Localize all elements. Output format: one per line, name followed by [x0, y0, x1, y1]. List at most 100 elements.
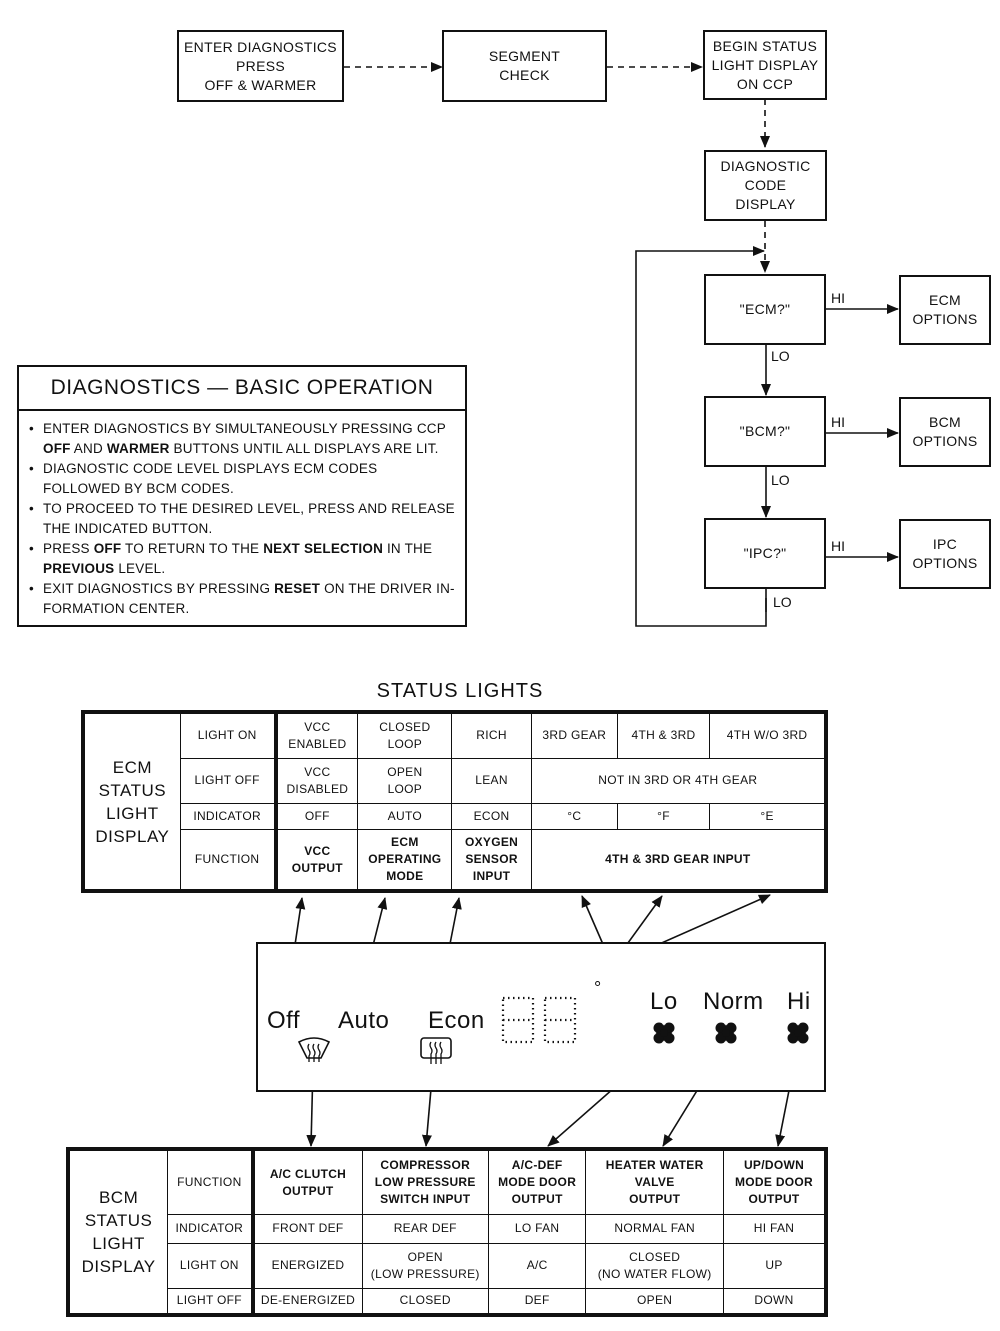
item-text: LEVEL.: [114, 561, 166, 576]
panel-label-norm: Norm: [703, 988, 764, 1015]
flow-box-code-display: DIAGNOSTIC CODE DISPLAY: [704, 150, 827, 221]
bcm-row-function: BCM STATUS LIGHT DISPLAY FUNCTION A/C CL…: [67, 1148, 827, 1316]
row-label: LIGHT OFF: [179, 757, 278, 804]
table-cell: AUTO: [357, 802, 453, 831]
label-ipc-hi: HI: [831, 538, 845, 554]
flow-box-ecm-query: "ECM?": [704, 274, 826, 345]
label-ecm-hi: HI: [831, 290, 845, 306]
flow-box-ecm-options: ECM OPTIONS: [899, 275, 991, 345]
table-cell: OPEN: [585, 1287, 725, 1316]
table-cell: NOT IN 3RD OR 4TH GEAR: [530, 757, 827, 804]
item-text: BUTTONS UNTIL ALL DISPLAYS ARE LIT.: [169, 441, 439, 456]
table-cell: ENERGIZED: [252, 1242, 363, 1289]
table-cell: OPEN LOOP: [357, 757, 453, 804]
emphasized-term: OFF: [43, 441, 71, 456]
row-label: LIGHT ON: [179, 711, 278, 759]
table-cell: NORMAL FAN: [585, 1214, 725, 1244]
flow-box-bcm-options: BCM OPTIONS: [899, 397, 991, 467]
emphasized-term: RESET: [274, 581, 321, 596]
table-cell: OPEN (LOW PRESSURE): [361, 1242, 489, 1289]
table-cell: A/C: [487, 1242, 587, 1289]
bcm-status-table: BCM STATUS LIGHT DISPLAY FUNCTION A/C CL…: [66, 1147, 828, 1317]
bcm-row-light-off: LIGHT OFF DE-ENERGIZED CLOSED DEF OPEN D…: [68, 1287, 827, 1316]
fan-icon-norm: [714, 1021, 738, 1045]
ecm-status-table: ECM STATUS LIGHT DISPLAY LIGHT ON VCC EN…: [81, 710, 828, 893]
table-cell: 4TH & 3RD: [616, 711, 711, 759]
emphasized-term: OFF: [93, 541, 122, 556]
table-cell: HEATER WATER VALVE OUTPUT: [585, 1148, 725, 1216]
flow-box-ipc-query: "IPC?": [704, 518, 826, 589]
item-text: IN THE: [383, 541, 433, 556]
basic-operation-panel: DIAGNOSTICS — BASIC OPERATION ENTER DIAG…: [17, 365, 467, 627]
basic-operation-item: DIAGNOSTIC CODE LEVEL DISPLAYS ECM CODES…: [29, 459, 455, 499]
temperature-digit-display: [501, 996, 577, 1044]
row-label: FUNCTION: [167, 1148, 255, 1216]
row-label: FUNCTION: [179, 829, 278, 892]
item-text: EXIT DIAGNOSTICS BY PRESSING: [43, 581, 275, 596]
table-cell: °C: [530, 802, 618, 831]
label-ecm-lo: LO: [771, 348, 790, 364]
table-cell: ECM OPERATING MODE: [357, 829, 453, 892]
panel-label-lo: Lo: [650, 988, 678, 1015]
flow-box-enter-diagnostics: ENTER DIAGNOSTICS PRESS OFF & WARMER: [177, 30, 344, 102]
table-cell: OXYGEN SENSOR INPUT: [451, 829, 532, 892]
table-cell: CLOSED LOOP: [357, 711, 453, 759]
flow-box-segment-check: SEGMENT CHECK: [442, 30, 607, 102]
table-cell: DEF: [487, 1287, 587, 1316]
basic-operation-item: ENTER DIAGNOSTICS BY SIMULTANEOUSLY PRES…: [29, 419, 455, 459]
emphasized-term: WARMER: [106, 441, 170, 456]
table-cell: °F: [616, 802, 711, 831]
panel-degree-symbol: °: [594, 978, 602, 998]
basic-operation-item: TO PROCEED TO THE DESIRED LEVEL, PRESS A…: [29, 499, 455, 539]
table-cell: DE-ENERGIZED: [252, 1287, 363, 1316]
table-cell: LEAN: [451, 757, 532, 804]
label-ipc-lo: LO: [773, 594, 792, 610]
table-cell: UP: [723, 1242, 827, 1289]
table-cell: 4TH & 3RD GEAR INPUT: [530, 829, 827, 892]
fan-icon-hi: [786, 1021, 810, 1045]
item-text: TO PROCEED TO THE DESIRED LEVEL, PRESS A…: [43, 501, 455, 536]
table-cell: CLOSED: [361, 1287, 489, 1316]
flow-box-begin-status: BEGIN STATUS LIGHT DISPLAY ON CCP: [703, 30, 827, 100]
basic-operation-title: DIAGNOSTICS — BASIC OPERATION: [19, 367, 465, 411]
ecm-row-function: FUNCTION VCC OUTPUT ECM OPERATING MODE O…: [83, 829, 827, 892]
table-cell: ECON: [451, 802, 532, 831]
label-bcm-lo: LO: [771, 472, 790, 488]
connector-lines: [285, 62, 899, 1147]
panel-label-econ: Econ: [428, 1007, 485, 1034]
item-text: DIAGNOSTIC CODE LEVEL DISPLAYS ECM CODES…: [43, 461, 378, 496]
table-cell: A/C-DEF MODE DOOR OUTPUT: [487, 1148, 587, 1216]
table-cell: VCC OUTPUT: [274, 829, 359, 892]
row-label: INDICATOR: [167, 1214, 255, 1244]
ecm-row-indicator: INDICATOR OFF AUTO ECON °C °F °E: [83, 802, 827, 831]
item-text: AND: [70, 441, 107, 456]
fan-icon-lo: [652, 1021, 676, 1045]
table-cell: FRONT DEF: [252, 1214, 363, 1244]
table-cell: A/C CLUTCH OUTPUT: [252, 1148, 363, 1216]
rear-defrost-icon: [420, 1037, 452, 1064]
basic-operation-list: ENTER DIAGNOSTICS BY SIMULTANEOUSLY PRES…: [19, 419, 465, 619]
table-cell: UP/DOWN MODE DOOR OUTPUT: [723, 1148, 827, 1216]
bcm-row-light-on: LIGHT ON ENERGIZED OPEN (LOW PRESSURE) A…: [68, 1242, 827, 1289]
item-text: ENTER DIAGNOSTICS BY SIMULTANEOUSLY PRES…: [43, 421, 446, 436]
front-defrost-icon: [297, 1037, 331, 1062]
panel-label-hi: Hi: [787, 988, 811, 1015]
emphasized-term: NEXT SELECTION: [263, 541, 384, 556]
table-cell: VCC ENABLED: [274, 711, 359, 759]
table-cell: OFF: [274, 802, 359, 831]
row-label: LIGHT ON: [167, 1242, 255, 1289]
status-lights-title: STATUS LIGHTS: [376, 680, 544, 702]
basic-operation-item: PRESS OFF TO RETURN TO THE NEXT SELECTIO…: [29, 539, 455, 579]
table-cell: COMPRESSOR LOW PRESSURE SWITCH INPUT: [361, 1148, 489, 1216]
table-cell: 3RD GEAR: [530, 711, 618, 759]
table-cell: HI FAN: [723, 1214, 827, 1244]
item-text: PRESS: [43, 541, 94, 556]
row-label: LIGHT OFF: [167, 1287, 255, 1316]
bcm-table-header: BCM STATUS LIGHT DISPLAY: [67, 1148, 169, 1316]
ecm-row-light-on: ECM STATUS LIGHT DISPLAY LIGHT ON VCC EN…: [82, 711, 827, 892]
table-cell: LO FAN: [487, 1214, 587, 1244]
table-cell: VCC DISABLED: [274, 757, 359, 804]
table-cell: 4TH W/O 3RD: [709, 711, 827, 759]
table-cell: RICH: [451, 711, 532, 759]
ecm-row-light-off: LIGHT OFF VCC DISABLED OPEN LOOP LEAN NO…: [83, 757, 827, 804]
